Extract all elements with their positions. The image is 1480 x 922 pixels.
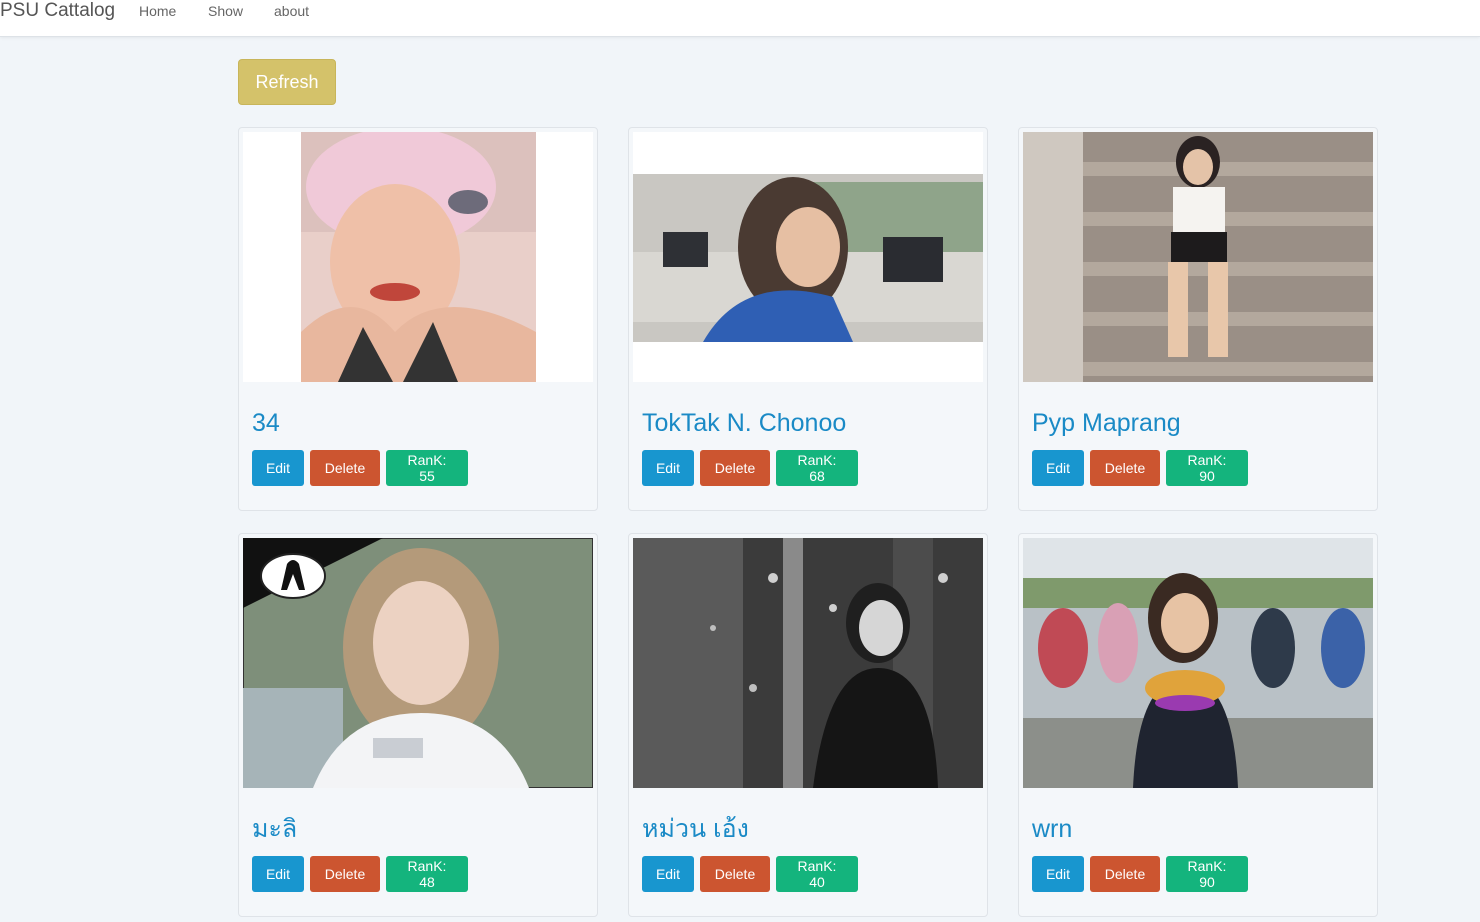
card-title: TokTak N. Chonoo: [642, 409, 847, 437]
card-photo: [243, 132, 593, 382]
navbar: PSU Cattalog Home Show about: [0, 0, 1480, 37]
nav-show-link[interactable]: Show: [208, 3, 243, 19]
card-title: 34: [252, 409, 280, 437]
delete-button[interactable]: Delete: [1090, 450, 1160, 486]
delete-button[interactable]: Delete: [310, 450, 380, 486]
delete-button[interactable]: Delete: [310, 856, 380, 892]
edit-button[interactable]: Edit: [642, 450, 694, 486]
brand-link[interactable]: PSU Cattalog: [0, 0, 115, 22]
card-title: Pyp Maprang: [1032, 409, 1181, 437]
card-photo: [243, 538, 593, 788]
rank-button[interactable]: RanK: 48: [386, 856, 468, 892]
catalog-card: TokTak N. Chonoo Edit Delete RanK: 68: [628, 127, 988, 511]
catalog-card: 34 Edit Delete RanK: 55: [238, 127, 598, 511]
edit-button[interactable]: Edit: [252, 450, 304, 486]
delete-button[interactable]: Delete: [700, 450, 770, 486]
card-photo: [1023, 132, 1373, 382]
edit-button[interactable]: Edit: [1032, 450, 1084, 486]
nav-about-link[interactable]: about: [274, 3, 309, 19]
card-title: หม่วน เอ้ง: [642, 815, 749, 843]
card-photo: [633, 538, 983, 788]
rank-button[interactable]: RanK: 68: [776, 450, 858, 486]
delete-button[interactable]: Delete: [700, 856, 770, 892]
edit-button[interactable]: Edit: [252, 856, 304, 892]
catalog-card: หม่วน เอ้ง Edit Delete RanK: 40: [628, 533, 988, 917]
edit-button[interactable]: Edit: [642, 856, 694, 892]
catalog-card: Pyp Maprang Edit Delete RanK: 90: [1018, 127, 1378, 511]
nav-home-link[interactable]: Home: [139, 3, 176, 19]
catalog-card: มะลิ Edit Delete RanK: 48: [238, 533, 598, 917]
card-photo: [633, 132, 983, 382]
rank-button[interactable]: RanK: 90: [1166, 450, 1248, 486]
rank-button[interactable]: RanK: 55: [386, 450, 468, 486]
rank-button[interactable]: RanK: 90: [1166, 856, 1248, 892]
catalog-card: wrn Edit Delete RanK: 90: [1018, 533, 1378, 917]
refresh-button[interactable]: Refresh: [238, 59, 336, 105]
rank-button[interactable]: RanK: 40: [776, 856, 858, 892]
card-photo: [1023, 538, 1373, 788]
card-title: wrn: [1032, 815, 1073, 843]
edit-button[interactable]: Edit: [1032, 856, 1084, 892]
delete-button[interactable]: Delete: [1090, 856, 1160, 892]
card-title: มะลิ: [252, 815, 298, 843]
